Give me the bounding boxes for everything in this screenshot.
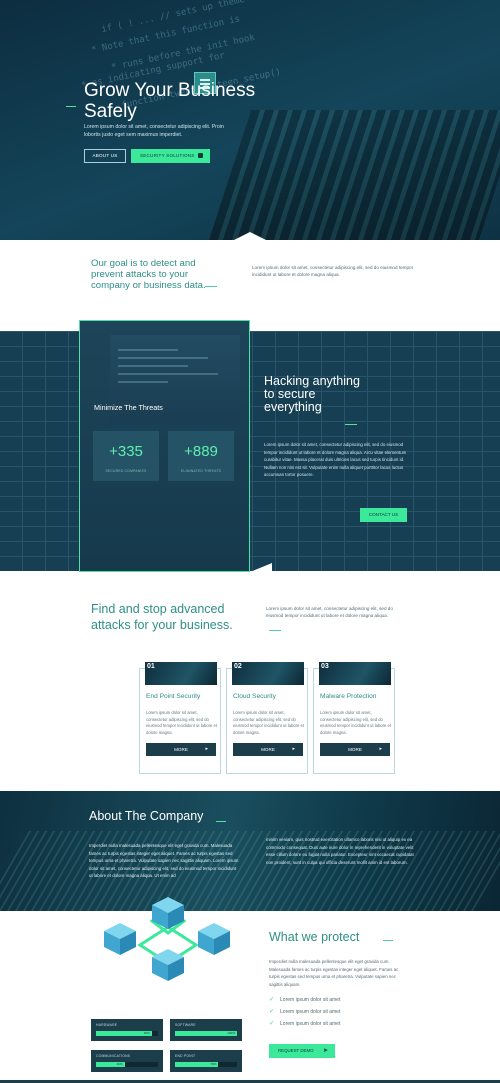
hacking-heading: Hacking anything to secure everything	[264, 374, 360, 414]
stat-label: ELIMINATED THREATS	[180, 469, 222, 473]
stat-value: +335	[109, 443, 143, 460]
service-card-cloud: 02 Cloud Security Lorem ipsum dolor sit …	[226, 662, 308, 774]
security-solutions-button[interactable]: SECURITY SOLUTIONS	[131, 149, 210, 163]
about-us-button[interactable]: ABOUT US	[84, 149, 126, 163]
card-more-button[interactable]: MORE ▸	[320, 743, 390, 756]
skill-bar-endpoint: END POINT 70%	[170, 1050, 242, 1072]
request-demo-button[interactable]: REQUEST DEMO ➤	[269, 1044, 335, 1058]
hero-title: Grow Your Business Safely	[84, 80, 256, 122]
skill-bar-hardware: HARDWARE 90%	[91, 1019, 163, 1041]
service-card-endpoint: 01 End Point Security Lorem ipsum dolor …	[139, 662, 221, 774]
service-card-malware: 03 Malware Protection Lorem ipsum dolor …	[313, 662, 395, 774]
goal-heading: Our goal is to detect and prevent attack…	[91, 258, 206, 291]
skill-fill: 100%	[175, 1031, 237, 1036]
keyboard-background	[208, 110, 500, 240]
card-number: 01	[147, 663, 155, 670]
card-text: Lorem ipsum dolor sit amet, consectetur …	[233, 710, 304, 735]
circuit-background	[0, 331, 500, 571]
skill-label: SOFTWARE	[175, 1023, 196, 1027]
hacking-text: Lorem ipsum dolor sit amet, consectetur …	[264, 442, 407, 478]
more-label: MORE	[261, 747, 275, 752]
skill-fill: 70%	[175, 1062, 219, 1067]
more-label: MORE	[174, 747, 188, 752]
about-accent-dash	[216, 821, 226, 822]
check-label: Lorem ipsum dolor sit amet	[280, 1009, 341, 1015]
card-text: Lorem ipsum dolor sit amet, consectetur …	[320, 710, 391, 735]
send-icon: ➤	[322, 1048, 328, 1054]
check-icon: ✓	[269, 1009, 275, 1015]
more-label: MORE	[348, 747, 362, 752]
skill-fill: 46%	[96, 1062, 125, 1067]
protect-heading: What we protect	[269, 930, 360, 944]
check-icon: ✓	[269, 1021, 275, 1027]
threats-title: Minimize The Threats	[94, 403, 163, 412]
card-title: End Point Security	[146, 693, 201, 700]
skill-track: 46%	[96, 1062, 158, 1067]
security-solutions-label: SECURITY SOLUTIONS	[140, 153, 195, 158]
check-label: Lorem ipsum dolor sit amet	[280, 997, 341, 1003]
goal-accent-dash	[205, 286, 217, 287]
skill-track: 90%	[96, 1031, 158, 1036]
protect-text: Imperdiet nulla malesuada pellentesque e…	[269, 959, 399, 987]
stat-label: SECURED COMPANIES	[105, 469, 147, 473]
keyboard-glow-background	[0, 831, 500, 911]
skill-bar-communications: COMMUNICATIONS 46%	[91, 1050, 163, 1072]
card-more-button[interactable]: MORE ▸	[146, 743, 216, 756]
lock-icon	[198, 153, 203, 158]
stat-value: +889	[184, 443, 218, 460]
skill-fill: 90%	[96, 1031, 152, 1036]
about-left-text: Imperdiet nulla malesuada pellentesque e…	[89, 843, 239, 878]
card-title: Cloud Security	[233, 693, 276, 700]
find-accent-dash	[269, 630, 281, 631]
skill-percent: 100%	[227, 1031, 235, 1035]
find-heading: Find and stop advanced attacks for your …	[91, 602, 233, 632]
card-number: 03	[321, 663, 329, 670]
stat-secured-companies: +335 SECURED COMPANIES	[93, 431, 159, 481]
about-section	[0, 791, 500, 911]
check-item: ✓ Lorem ipsum dolor sit amet	[269, 1020, 340, 1030]
hero-text: Lorem ipsum dolor sit amet, consectetur …	[84, 124, 224, 138]
skill-percent: 46%	[116, 1062, 123, 1066]
threats-panel: Minimize The Threats +335 SECURED COMPAN…	[79, 320, 250, 572]
protect-accent-dash	[383, 940, 393, 941]
card-image: 03	[319, 662, 391, 685]
skill-label: HARDWARE	[96, 1023, 118, 1027]
network-cubes-illustration	[104, 897, 230, 981]
hero-notch	[232, 232, 268, 241]
chevron-right-icon: ▸	[205, 746, 208, 752]
skill-track: 100%	[175, 1031, 237, 1036]
skill-track: 70%	[175, 1062, 237, 1067]
skill-percent: 70%	[210, 1062, 217, 1066]
skill-label: COMMUNICATIONS	[96, 1054, 131, 1058]
hacking-accent-dash	[345, 424, 357, 425]
chevron-right-icon: ▸	[379, 746, 382, 752]
threats-notch	[250, 563, 272, 572]
skill-percent: 90%	[143, 1031, 150, 1035]
contact-us-button[interactable]: CONTACT US	[360, 508, 407, 522]
card-text: Lorem ipsum dolor sit amet, consectetur …	[146, 710, 217, 735]
card-title: Malware Protection	[320, 693, 377, 700]
check-label: Lorem ipsum dolor sit amet	[280, 1021, 341, 1027]
card-image: 02	[232, 662, 304, 685]
hero-accent-dash	[66, 106, 76, 107]
skill-label: END POINT	[175, 1054, 196, 1058]
card-image: 01	[145, 662, 217, 685]
goal-text: Lorem ipsum dolor sit amet, consectetur …	[252, 265, 414, 277]
threats-section	[0, 331, 500, 571]
skill-bar-software: SOFTWARE 100%	[170, 1019, 242, 1041]
chevron-right-icon: ▸	[292, 746, 295, 752]
check-item: ✓ Lorem ipsum dolor sit amet	[269, 996, 340, 1006]
check-icon: ✓	[269, 997, 275, 1003]
about-right-text: minim veniam, quis nostrud exercitation …	[266, 837, 414, 865]
request-demo-label: REQUEST DEMO	[278, 1048, 314, 1053]
find-text: Lorem ipsum dolor sit amet, consectetur …	[266, 606, 393, 618]
about-title: About The Company	[89, 809, 204, 823]
card-number: 02	[234, 663, 242, 670]
check-item: ✓ Lorem ipsum dolor sit amet	[269, 1008, 340, 1018]
stat-eliminated-threats: +889 ELIMINATED THREATS	[168, 431, 234, 481]
card-more-button[interactable]: MORE ▸	[233, 743, 303, 756]
